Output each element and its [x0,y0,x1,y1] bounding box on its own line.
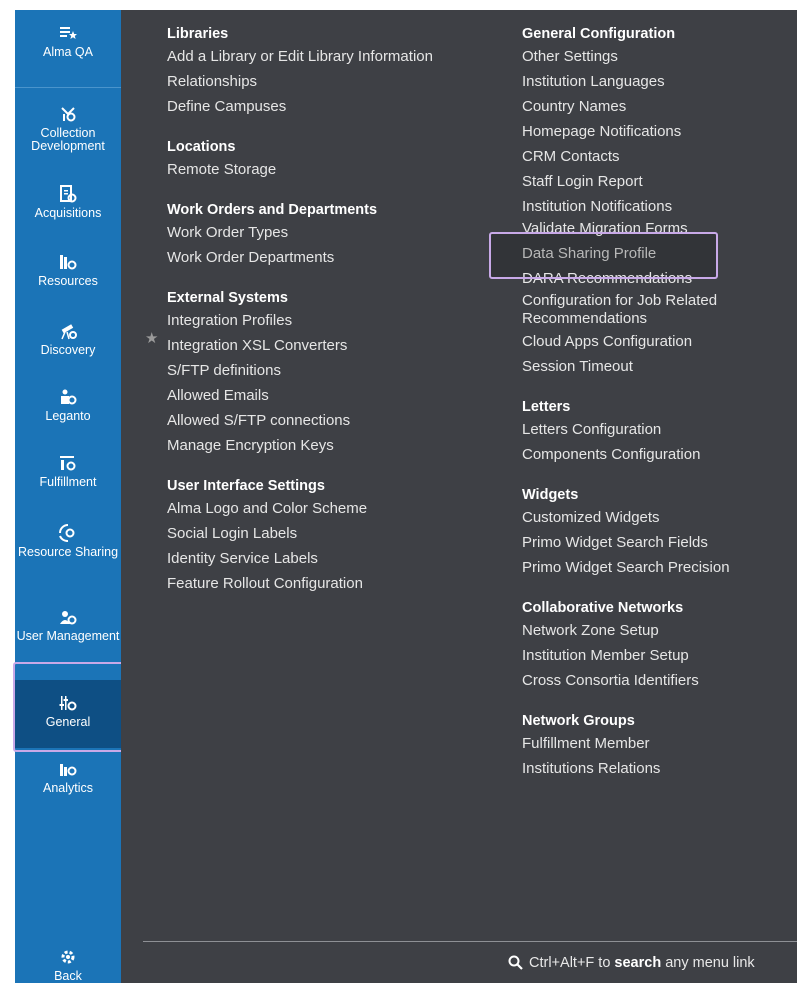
menu-link[interactable]: Staff Login Report [522,169,752,194]
star-list-icon [15,24,121,44]
sidebar-item-discovery[interactable]: Discovery [15,322,121,357]
menu-link[interactable]: Components Configuration [522,442,752,467]
leganto-icon [15,388,121,408]
menu-link[interactable]: Cloud Apps Configuration [522,329,752,354]
menu-link[interactable]: Work Order Types [167,220,433,245]
menu-link[interactable]: DARA Recommendations [522,269,752,289]
sidebar-item-analytics[interactable]: Analytics [15,760,121,795]
gear-back-icon [15,948,121,968]
section-title: Widgets [522,487,579,503]
menu-link[interactable]: Social Login Labels [167,521,433,546]
section-title: Work Orders and Departments [167,202,378,218]
divider [15,87,121,88]
menu-panel: Libraries Add a Library or Edit Library … [121,10,797,983]
menu-link[interactable]: Fulfillment Member [522,731,752,756]
left-menu-column: Libraries Add a Library or Edit Library … [167,24,433,596]
favorite-star-icon[interactable]: ★ [145,329,158,347]
menu-link[interactable]: Configuration for Job Related Recommenda… [522,289,752,329]
search-hint-bold: search [614,955,662,971]
sidebar-item-label: Discovery [40,343,96,357]
section-title: Collaborative Networks [522,600,684,616]
sidebar-item-general[interactable]: General [15,680,121,748]
section-title: Locations [167,139,236,155]
sidebar-item-label: Resource Sharing [17,545,119,559]
footer-divider [143,941,797,942]
menu-link[interactable]: Primo Widget Search Precision [522,555,752,580]
menu-link[interactable]: Customized Widgets [522,505,752,530]
menu-link[interactable]: Integration XSL Converters [167,333,433,358]
sidebar-item-label: Fulfillment [39,475,97,489]
menu-link[interactable]: Cross Consortia Identifiers [522,668,752,693]
sidebar-item-resources[interactable]: Resources [15,253,121,288]
sidebar-item-back[interactable]: Back [15,948,121,983]
menu-link[interactable]: Institutions Relations [522,756,752,781]
menu-link[interactable]: Identity Service Labels [167,546,433,571]
search-hint-suffix: any menu link [661,955,755,971]
menu-link[interactable]: Allowed Emails [167,383,433,408]
menu-link[interactable]: Validate Migration Forms [522,219,752,239]
menu-link[interactable]: Institution Languages [522,69,752,94]
sidebar-item-label: Back [54,969,82,983]
sidebar-item-collection-development[interactable]: Collection Development [15,105,121,153]
sidebar-item-acquisitions[interactable]: Acquisitions [15,185,121,220]
menu-link[interactable]: Work Order Departments [167,245,433,270]
sidebar-item-label: Acquisitions [34,206,102,220]
acquisitions-icon [15,185,121,205]
sidebar-item-label: Alma QA [42,45,93,59]
menu-link[interactable]: Add a Library or Edit Library Informatio… [167,44,433,69]
user-gear-icon [15,608,121,628]
menu-link[interactable]: Institution Member Setup [522,643,752,668]
section-title: External Systems [167,290,288,306]
section-title: User Interface Settings [167,478,325,494]
search-hint: Ctrl+Alt+F to search any menu link [508,955,755,974]
sidebar-item-alma-qa[interactable]: Alma QA [15,24,121,59]
menu-link[interactable]: Define Campuses [167,94,433,119]
resource-sharing-icon [15,524,121,544]
menu-link[interactable]: Primo Widget Search Fields [522,530,752,555]
menu-link[interactable]: Integration Profiles [167,308,433,333]
menu-link[interactable]: Other Settings [522,44,752,69]
section-title: General Configuration [522,26,676,42]
menu-link[interactable]: Alma Logo and Color Scheme [167,496,433,521]
section-title: Letters [522,399,571,415]
menu-link[interactable]: Institution Notifications [522,194,752,219]
sidebar-item-label: Collection Development [31,126,105,153]
search-icon [508,955,523,974]
sidebar-item-leganto[interactable]: Leganto [15,388,121,423]
sidebar-item-label: Resources [38,274,98,288]
sidebar-item-user-management[interactable]: User Management [15,608,121,643]
menu-link[interactable]: Manage Encryption Keys [167,433,433,458]
menu-link[interactable]: CRM Contacts [522,144,752,169]
menu-link[interactable]: Network Zone Setup [522,618,752,643]
menu-link[interactable]: Session Timeout [522,354,752,379]
menu-link-data-sharing-profile[interactable]: Data Sharing Profile [522,239,752,269]
sidebar-item-label: User Management [16,629,120,643]
collection-icon [15,105,121,125]
telescope-icon [15,322,121,342]
menu-link[interactable]: Relationships [167,69,433,94]
menu-link[interactable]: Homepage Notifications [522,119,752,144]
search-hint-prefix: Ctrl+Alt+F to [529,955,615,971]
section-title: Libraries [167,26,229,42]
resources-icon [15,253,121,273]
analytics-icon [15,760,121,780]
sidebar-item-label: Analytics [42,781,94,795]
sidebar-item-fulfillment[interactable]: Fulfillment [15,454,121,489]
menu-link[interactable]: Country Names [522,94,752,119]
menu-link[interactable]: Remote Storage [167,157,433,182]
menu-link[interactable]: S/FTP definitions [167,358,433,383]
main-sidebar: Alma QA Collection Development Acquisiti… [15,10,121,983]
sidebar-item-resource-sharing[interactable]: Resource Sharing [15,524,121,559]
sliders-gear-icon [15,694,121,714]
section-title: Network Groups [522,713,635,729]
menu-link[interactable]: Feature Rollout Configuration [167,571,433,596]
sidebar-item-label: Leganto [45,409,91,423]
fulfillment-icon [15,454,121,474]
menu-link[interactable]: Letters Configuration [522,417,752,442]
sidebar-item-label: General [45,715,91,729]
right-menu-column: General Configuration Other Settings Ins… [522,24,752,781]
menu-link[interactable]: Allowed S/FTP connections [167,408,433,433]
